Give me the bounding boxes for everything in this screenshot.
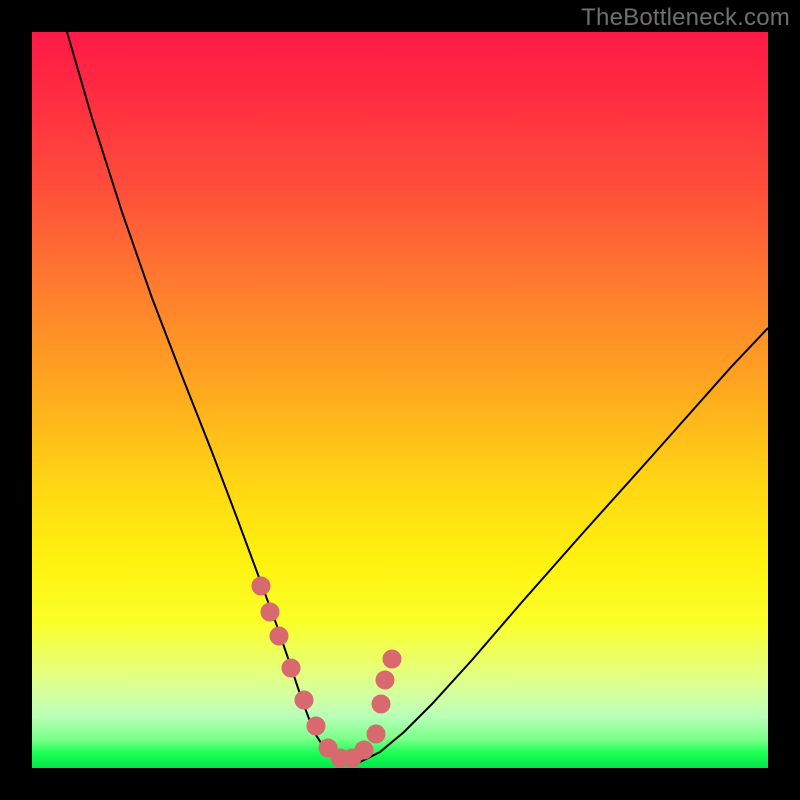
marker-point: [295, 691, 313, 709]
marker-point: [252, 577, 270, 595]
highlighted-points: [252, 577, 401, 767]
marker-point: [355, 741, 373, 759]
watermark-text: TheBottleneck.com: [581, 4, 790, 32]
marker-point: [372, 695, 390, 713]
marker-point: [270, 627, 288, 645]
marker-point: [383, 650, 401, 668]
marker-point: [307, 717, 325, 735]
marker-point: [261, 603, 279, 621]
marker-point: [367, 725, 385, 743]
marker-point: [282, 659, 300, 677]
plot-area: [32, 32, 768, 768]
marker-point: [376, 671, 394, 689]
outer-frame: TheBottleneck.com: [0, 0, 800, 800]
marker-layer: [32, 32, 768, 768]
